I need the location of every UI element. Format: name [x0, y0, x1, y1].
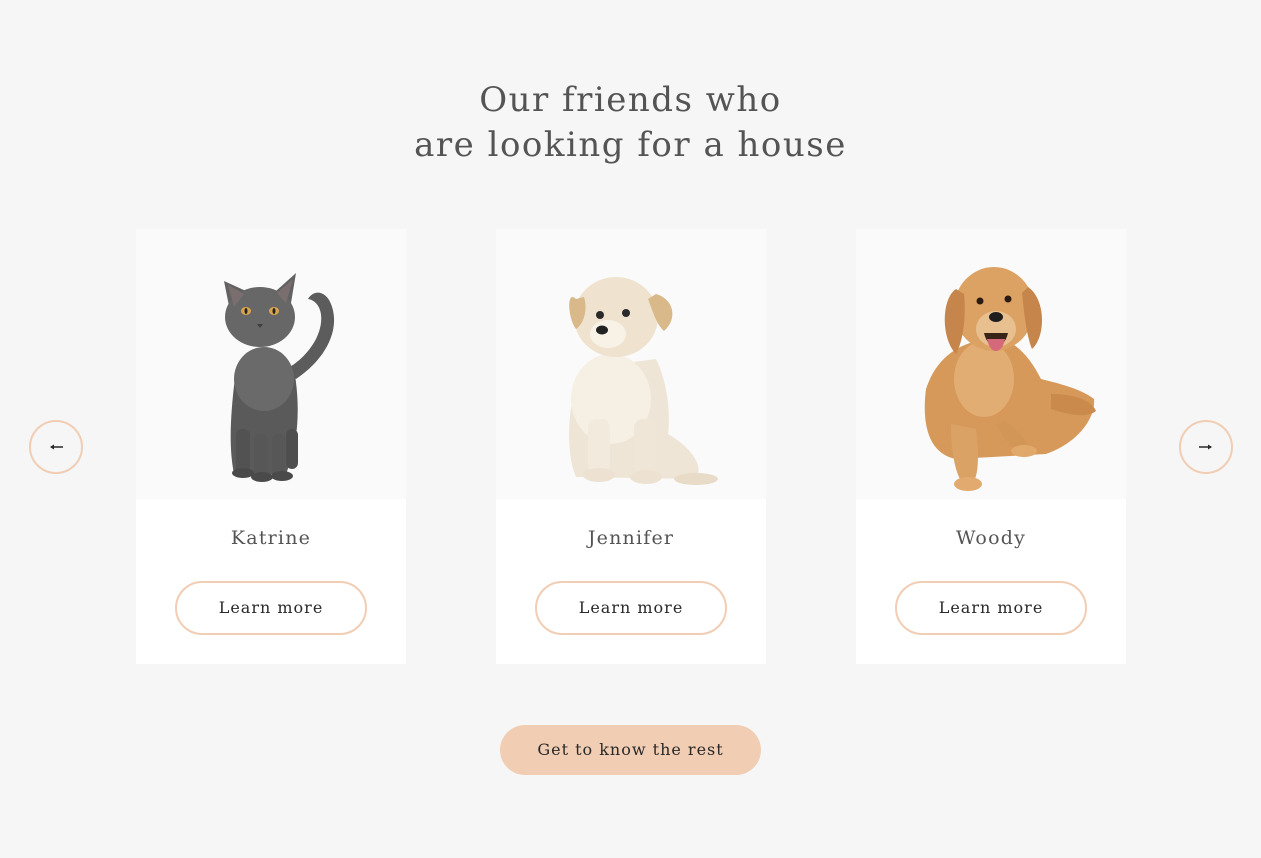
- learn-more-button[interactable]: Learn more: [895, 581, 1087, 635]
- get-to-know-rest-button[interactable]: Get to know the rest: [500, 725, 761, 775]
- slider-next-button[interactable]: [1179, 420, 1233, 474]
- pet-name: Katrine: [230, 527, 312, 549]
- pet-photo-dog: [856, 229, 1126, 499]
- learn-more-button[interactable]: Learn more: [535, 581, 727, 635]
- pet-photo-puppy: [496, 229, 766, 499]
- learn-more-button[interactable]: Learn more: [175, 581, 367, 635]
- slider-prev-button[interactable]: [29, 420, 83, 474]
- section-title-line-2: are looking for a house: [414, 125, 847, 165]
- section-title-line-1: Our friends who: [479, 80, 782, 120]
- pet-card-woody[interactable]: Woody Learn more: [856, 229, 1126, 664]
- arrow-left-icon: [50, 444, 63, 450]
- pet-photo-cat: [136, 229, 406, 499]
- arrow-right-icon: [1199, 444, 1212, 450]
- pet-card-jennifer[interactable]: Jennifer Learn more: [496, 229, 766, 664]
- pet-name: Woody: [955, 527, 1026, 549]
- pet-card-katrine[interactable]: Katrine Learn more: [136, 229, 406, 664]
- pet-name: Jennifer: [587, 527, 675, 549]
- section-title: Our friends who are looking for a house: [0, 78, 1261, 168]
